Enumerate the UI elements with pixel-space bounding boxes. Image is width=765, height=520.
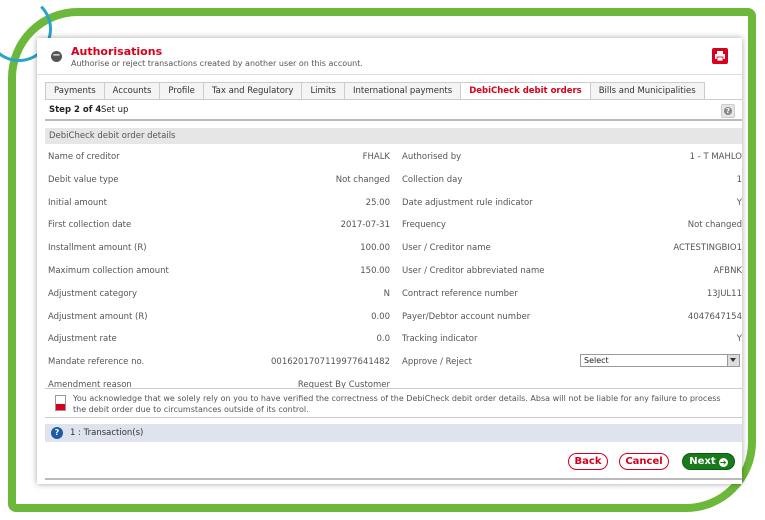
field-label: Date adjustment rule indicator — [402, 197, 533, 208]
detail-row: First collection date 2017-07-31 Frequen… — [45, 214, 742, 237]
field-value: AFBNK — [713, 265, 742, 276]
field-label: Adjustment amount (R) — [48, 311, 148, 322]
field-label: User / Creditor name — [402, 243, 491, 254]
next-button[interactable]: Next ➔ — [682, 453, 735, 470]
select-value: Select — [584, 356, 609, 366]
field-value: 1 — [736, 174, 742, 185]
transactions-count: 1 : Transaction(s) — [70, 428, 144, 438]
bottom-divider — [45, 478, 742, 480]
detail-row: Debit value type Not changed Collection … — [45, 169, 742, 192]
field-value: 150.00 — [360, 265, 390, 276]
field-label: Name of creditor — [48, 152, 120, 162]
tab-debicheck-debit-orders[interactable]: DebiCheck debit orders — [460, 82, 591, 99]
authorisations-panel: − Authorisations Authorise or reject tra… — [37, 38, 742, 484]
acknowledgement-checkbox[interactable] — [55, 395, 66, 411]
field-label: Installment amount (R) — [48, 243, 147, 254]
field-value: Not changed — [335, 174, 390, 185]
question-icon: ? — [51, 427, 63, 439]
field-label: Debit value type — [48, 174, 119, 185]
back-button[interactable]: Back — [568, 453, 608, 470]
section-header: DebiCheck debit order details — [45, 128, 742, 144]
tab-payments[interactable]: Payments — [45, 82, 105, 99]
field-value: 1 - T MAHLO — [689, 152, 742, 162]
tab-tax-and-regulatory[interactable]: Tax and Regulatory — [202, 82, 303, 99]
field-label: Authorised by — [402, 152, 462, 162]
detail-row: Initial amount 25.00 Date adjustment rul… — [45, 192, 742, 215]
field-label: User / Creditor abbreviated name — [402, 265, 545, 276]
field-value: 4047647154 — [687, 311, 742, 322]
cancel-button[interactable]: Cancel — [619, 453, 669, 470]
field-value: FHALK — [362, 152, 390, 162]
detail-row: Maximum collection amount 150.00 User / … — [45, 260, 742, 283]
field-value: 0.0 — [376, 334, 390, 345]
tab-profile[interactable]: Profile — [159, 82, 204, 99]
field-value: 0016201707119977641482 — [271, 357, 390, 368]
field-label: Adjustment rate — [48, 334, 117, 345]
arrow-right-circle-icon: ➔ — [718, 458, 728, 467]
field-value: 13JUL11 — [706, 288, 742, 299]
question-icon: ? — [724, 107, 732, 115]
field-value: Y — [736, 334, 742, 345]
detail-row: Adjustment rate 0.0 Tracking indicator Y — [45, 328, 742, 351]
detail-row: Name of creditor FHALK Authorised by 1 -… — [45, 146, 742, 169]
step-name: Set up — [101, 105, 129, 115]
step-number: Step 2 of 4 — [49, 105, 102, 115]
tab-bills-and-municipalities[interactable]: Bills and Municipalities — [589, 82, 705, 99]
panel-header: − Authorisations Authorise or reject tra… — [37, 38, 742, 75]
field-label: Payer/Debtor account number — [402, 311, 531, 322]
chevron-down-icon[interactable] — [727, 355, 739, 367]
acknowledgement-row: You acknowledge that we solely rely on y… — [45, 388, 742, 418]
field-label: Maximum collection amount — [48, 265, 169, 276]
field-value: 2017-07-31 — [340, 220, 390, 231]
field-label: Mandate reference no. — [48, 357, 145, 368]
field-value: Not changed — [687, 220, 742, 231]
acknowledgement-text: You acknowledge that we solely rely on y… — [73, 394, 721, 414]
tab-limits[interactable]: Limits — [301, 82, 345, 99]
tab-international-payments[interactable]: International payments — [343, 82, 462, 99]
tab-bar: Payments Accounts Profile Tax and Regula… — [45, 82, 705, 99]
help-button[interactable]: ? — [721, 104, 735, 118]
field-label: First collection date — [48, 220, 132, 231]
step-indicator: Step 2 of 4 Set up ? — [45, 99, 742, 121]
field-label: Initial amount — [48, 197, 108, 208]
detail-row: Adjustment amount (R) 0.00 Payer/Debtor … — [45, 306, 742, 329]
field-value: N — [383, 288, 390, 299]
details-grid: Name of creditor FHALK Authorised by 1 -… — [45, 146, 742, 397]
field-label: Contract reference number — [402, 288, 518, 299]
field-value: 25.00 — [365, 197, 390, 208]
collapse-icon[interactable]: − — [51, 51, 62, 62]
field-value: Y — [736, 197, 742, 208]
field-label: Collection day — [402, 174, 463, 185]
detail-row: Installment amount (R) 100.00 User / Cre… — [45, 237, 742, 260]
page-subtitle: Authorise or reject transactions created… — [71, 59, 363, 68]
next-label: Next — [689, 456, 716, 467]
detail-row: Adjustment category N Contract reference… — [45, 283, 742, 306]
field-label: Adjustment category — [48, 288, 138, 299]
field-label: Frequency — [402, 220, 446, 231]
field-value: ACTESTINGBIO1 — [673, 243, 742, 254]
section-title: DebiCheck debit order details — [49, 131, 176, 141]
transactions-bar[interactable]: ? 1 : Transaction(s) — [45, 424, 742, 442]
tab-accounts[interactable]: Accounts — [103, 82, 161, 99]
approve-reject-select[interactable]: Select — [580, 354, 740, 368]
page-title: Authorisations — [71, 45, 163, 58]
printer-icon[interactable] — [712, 48, 728, 64]
detail-row: Mandate reference no. 001620170711997764… — [45, 351, 742, 374]
field-label: Tracking indicator — [402, 334, 478, 345]
field-value: 0.00 — [371, 311, 390, 322]
field-label: Approve / Reject — [402, 357, 472, 368]
field-value: 100.00 — [360, 243, 390, 254]
